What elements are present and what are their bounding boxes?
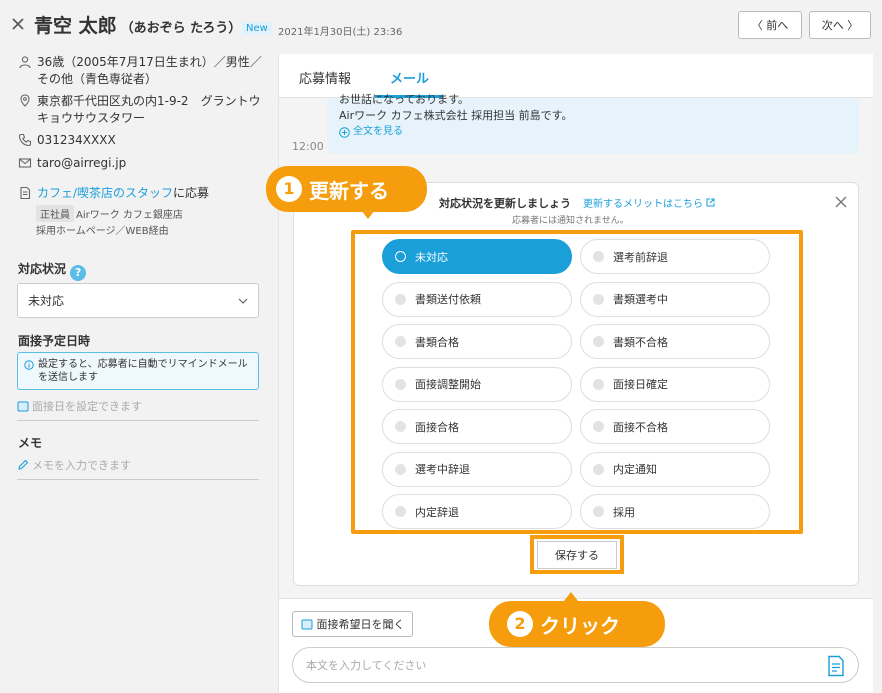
radio-icon — [395, 378, 406, 390]
info-icon — [24, 360, 34, 370]
memo-input[interactable]: メモを入力できます — [17, 457, 259, 480]
applicant-panel: 青空 太郎 （あおぞら たろう） New 36歳（2005年7月17日生まれ）／男… — [0, 0, 278, 693]
status-option[interactable]: 書類送付依頼 — [382, 281, 572, 317]
applied-date: 2021年1月30日(土) 23:36 — [278, 27, 403, 38]
status-option[interactable]: 内定通知 — [580, 451, 770, 487]
message-time: 12:00 — [292, 140, 324, 153]
radio-icon — [395, 251, 406, 262]
radio-icon — [395, 336, 406, 347]
expand-message-link[interactable]: 全文を見る — [339, 124, 847, 140]
application-source: 採用ホームページ／WEB経由 — [36, 226, 169, 237]
status-label: 対応状況? — [18, 260, 87, 281]
email: taro@airregi.jp — [37, 156, 127, 170]
status-option[interactable]: 採用 — [580, 494, 770, 529]
employment-type-tag: 正社員 — [36, 205, 74, 222]
address: 東京都千代田区丸の内1-9-2 グラントウキョウサウスタワー — [37, 94, 261, 125]
status-option[interactable]: 選考中辞退 — [382, 451, 572, 487]
status-option[interactable]: 書類不合格 — [580, 324, 770, 359]
plus-circle-icon — [339, 126, 350, 138]
step1-callout: 1 更新する — [266, 166, 427, 219]
store-name: Airワーク カフェ銀座店 — [76, 210, 183, 221]
mail-icon — [18, 158, 32, 168]
close-icon[interactable] — [10, 16, 26, 32]
next-button[interactable]: 次へ 〉 — [809, 11, 871, 39]
age-gender-row: 36歳（2005年7月17日生まれ）／男性／その他（青色専従者） — [18, 54, 263, 88]
location-icon — [20, 94, 30, 107]
phone: 031234XXXX — [37, 133, 116, 147]
phone-row: 031234XXXX — [18, 132, 263, 149]
radio-icon — [593, 293, 604, 305]
interview-label: 面接予定日時 — [18, 334, 91, 348]
radio-icon — [593, 251, 604, 262]
save-button[interactable]: 保存する — [537, 541, 617, 569]
prev-button[interactable]: 〈 前へ — [738, 11, 802, 39]
calendar-icon — [301, 619, 312, 630]
template-icon[interactable] — [826, 655, 846, 677]
radio-icon — [395, 506, 406, 517]
radio-icon — [593, 336, 604, 347]
status-card-title: 対応状況を更新しましょう — [439, 197, 571, 210]
radio-icon — [395, 293, 406, 305]
status-option[interactable]: 面接合格 — [382, 409, 572, 444]
status-option[interactable]: 選考前辞退 — [580, 239, 770, 274]
status-option[interactable]: 面接日確定 — [580, 366, 770, 402]
interview-notice: 設定すると、応募者に自動でリマインドメールを送信します — [17, 352, 259, 390]
message-body-input[interactable]: 本文を入力してください — [292, 647, 859, 683]
status-select[interactable]: 未対応 — [17, 283, 259, 318]
new-badge: New — [242, 22, 272, 35]
message-bubble: お世話になっております。 Airワーク カフェ株式会社 採用担当 前島です。 全… — [327, 93, 859, 154]
tab-application-info[interactable]: 応募情報 — [299, 68, 351, 87]
radio-icon — [593, 378, 604, 390]
status-card-subtitle: 応募者には通知されません。 — [512, 216, 629, 226]
interview-date-input[interactable]: 面接日を設定できます — [17, 398, 259, 421]
memo-label: メモ — [18, 436, 43, 450]
ask-interview-date-button[interactable]: 面接希望日を聞く — [292, 611, 413, 637]
applicant-name: 青空 太郎 （あおぞら たろう） — [34, 15, 242, 37]
job-link[interactable]: カフェ/喫茶店のスタッフ — [37, 186, 173, 200]
radio-icon — [395, 463, 406, 475]
email-row: taro@airregi.jp — [18, 155, 263, 172]
status-option[interactable]: 未対応 — [382, 239, 572, 274]
age-gender: 36歳（2005年7月17日生まれ）／男性／その他（青色専従者） — [37, 55, 262, 86]
status-update-card: 対応状況を更新しましょう 更新するメリットはこちら 応募者には通知されません。 … — [293, 182, 859, 586]
external-link-icon — [706, 198, 715, 207]
status-option[interactable]: 面接調整開始 — [382, 366, 572, 402]
radio-icon — [395, 421, 406, 432]
status-option[interactable]: 書類合格 — [382, 324, 572, 359]
status-option[interactable]: 内定辞退 — [382, 494, 572, 529]
radio-icon — [593, 463, 604, 475]
pencil-icon — [18, 459, 29, 470]
tab-mail[interactable]: メール — [390, 68, 429, 87]
radio-icon — [593, 506, 604, 517]
document-icon — [20, 186, 31, 200]
status-option[interactable]: 面接不合格 — [580, 409, 770, 444]
benefit-link[interactable]: 更新するメリットはこちら — [583, 195, 715, 210]
calendar-icon — [17, 401, 29, 412]
close-card-icon[interactable] — [834, 195, 848, 209]
help-icon[interactable]: ? — [70, 265, 87, 281]
person-icon — [19, 56, 31, 69]
radio-icon — [593, 421, 604, 432]
chevron-down-icon — [238, 298, 248, 304]
address-row: 東京都千代田区丸の内1-9-2 グラントウキョウサウスタワー — [18, 93, 263, 127]
phone-icon — [18, 133, 32, 147]
step2-callout: 2 クリック — [489, 592, 665, 647]
status-option[interactable]: 書類選考中 — [580, 281, 770, 317]
job-row: カフェ/喫茶店のスタッフに応募 — [18, 185, 263, 202]
